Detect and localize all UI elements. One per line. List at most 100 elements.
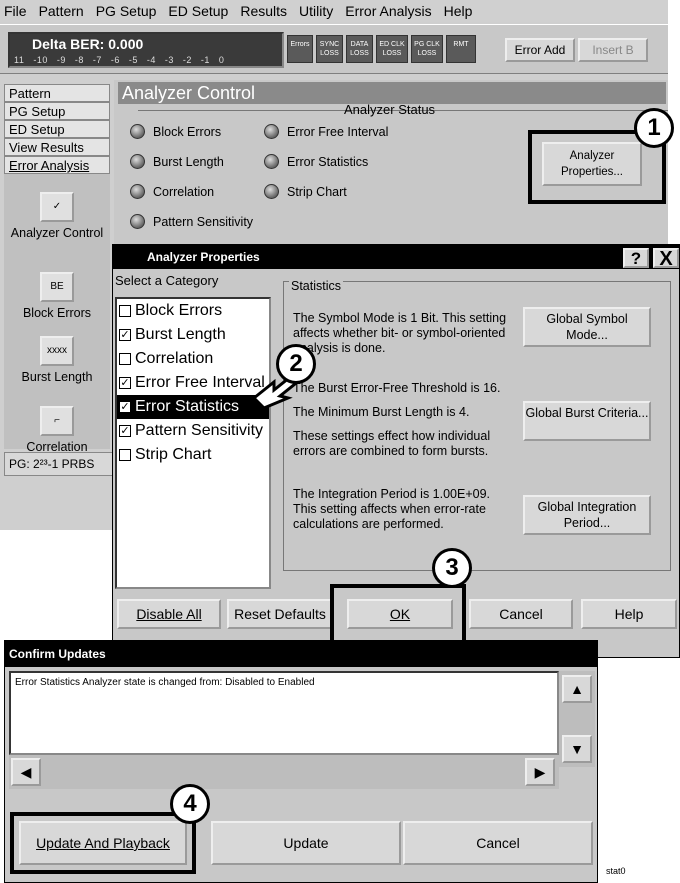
- correlation-icon: ⌐: [40, 406, 74, 436]
- block-errors-icon: BE: [40, 272, 74, 302]
- tool-label: Block Errors: [22, 306, 92, 320]
- scroll-down-icon[interactable]: ▼: [562, 735, 592, 763]
- confirm-message: Error Statistics Analyzer state is chang…: [9, 671, 559, 755]
- scroll-right-icon[interactable]: ▶: [525, 758, 555, 786]
- menu-error-analysis[interactable]: Error Analysis: [345, 3, 431, 19]
- sidebar-item-view-results[interactable]: View Results: [4, 138, 110, 156]
- status-label: Error Statistics: [287, 154, 369, 169]
- min-burst-text: The Minimum Burst Length is 4.: [293, 405, 470, 419]
- status-label: Burst Length: [153, 154, 224, 169]
- status-burst-length: Burst Length: [130, 154, 224, 169]
- category-label: Select a Category: [115, 273, 219, 288]
- indicator-sync-loss: SYNC LOSS: [316, 35, 343, 63]
- global-integration-period-button[interactable]: Global Integration Period...: [523, 495, 651, 535]
- threshold-text: The Burst Error-Free Threshold is 16.: [293, 381, 501, 395]
- callout-1: 1: [634, 108, 674, 148]
- sidebar-item-ed-setup[interactable]: ED Setup: [4, 120, 110, 138]
- callout-3: 3: [432, 548, 472, 588]
- status-error-statistics: Error Statistics: [264, 154, 368, 169]
- tool-analyzer-control[interactable]: ✓ Analyzer Control: [4, 192, 110, 240]
- horizontal-scrollbar[interactable]: ◀ ▶: [9, 755, 559, 789]
- global-symbol-mode-button[interactable]: Global Symbol Mode...: [523, 307, 651, 347]
- status-label: Correlation: [153, 184, 215, 199]
- menu-ed-setup[interactable]: ED Setup: [168, 3, 228, 19]
- category-label-text: Burst Length: [135, 326, 226, 343]
- reset-defaults-button[interactable]: Reset Defaults: [227, 599, 333, 629]
- confirm-cancel-button[interactable]: Cancel: [403, 821, 593, 865]
- category-error-free-interval[interactable]: ✓ Error Free Interval: [117, 371, 269, 395]
- tool-block-errors[interactable]: BE Block Errors: [4, 272, 110, 320]
- ber-scale: 11 -10 -9 -8 -7 -6 -5 -4 -3 -2 -1 0: [14, 55, 225, 65]
- category-label-text: Block Errors: [135, 302, 223, 319]
- menu-help[interactable]: Help: [444, 3, 473, 19]
- category-label-text: Error Statistics: [135, 398, 240, 415]
- scroll-left-icon[interactable]: ◀: [11, 758, 41, 786]
- checkbox-checked-icon[interactable]: ✓: [119, 401, 131, 413]
- close-icon[interactable]: X: [653, 248, 679, 269]
- category-correlation[interactable]: Correlation: [117, 347, 269, 371]
- category-label-text: Pattern Sensitivity: [135, 422, 264, 439]
- checkbox-checked-icon[interactable]: ✓: [119, 425, 131, 437]
- cancel-button[interactable]: Cancel: [469, 599, 573, 629]
- menu-utility[interactable]: Utility: [299, 3, 333, 19]
- tool-burst-length[interactable]: xxxx Burst Length: [4, 336, 110, 384]
- status-led-icon: [264, 184, 279, 199]
- status-pattern-sensitivity: Pattern Sensitivity: [130, 214, 253, 229]
- symbol-mode-text: The Symbol Mode is 1 Bit. This setting a…: [293, 311, 507, 355]
- category-strip-chart[interactable]: Strip Chart: [117, 443, 269, 467]
- update-button[interactable]: Update: [211, 821, 401, 865]
- category-block-errors[interactable]: Block Errors: [117, 299, 269, 323]
- category-label-text: Correlation: [135, 350, 214, 367]
- integration-text: The Integration Period is 1.00E+09. This…: [293, 487, 491, 531]
- global-burst-criteria-button[interactable]: Global Burst Criteria...: [523, 401, 651, 441]
- help-icon[interactable]: ?: [623, 248, 649, 268]
- tool-label: Burst Length: [21, 370, 93, 384]
- tool-label: Analyzer Control: [10, 226, 104, 240]
- status-legend: Analyzer Status: [344, 102, 436, 117]
- help-button[interactable]: Help: [581, 599, 677, 629]
- indicator-rmt: RMT: [446, 35, 476, 63]
- disable-all-button[interactable]: Disable All: [117, 599, 221, 629]
- menu-pattern[interactable]: Pattern: [39, 3, 84, 19]
- category-burst-length[interactable]: ✓ Burst Length: [117, 323, 269, 347]
- checkbox-icon[interactable]: [119, 449, 131, 461]
- category-label-text: Strip Chart: [135, 446, 212, 463]
- delta-ber-display: Delta BER: 0.000 11 -10 -9 -8 -7 -6 -5 -…: [8, 32, 284, 68]
- status-label: Error Free Interval: [287, 124, 389, 139]
- checkbox-checked-icon[interactable]: ✓: [119, 329, 131, 341]
- panel-title: Analyzer Control: [118, 82, 666, 104]
- checkbox-icon[interactable]: [119, 305, 131, 317]
- delta-ber-label: Delta BER: 0.000: [32, 36, 144, 52]
- figure-tag: stat0: [606, 866, 626, 876]
- statistics-legend: Statistics: [289, 279, 344, 293]
- status-label: Strip Chart: [287, 184, 347, 199]
- menu-results[interactable]: Results: [240, 3, 287, 19]
- dialog-title: Analyzer Properties: [113, 245, 679, 269]
- insert-b-button[interactable]: Insert B: [578, 38, 648, 62]
- sidebar-item-pattern[interactable]: Pattern: [4, 84, 110, 102]
- dialog-title: Confirm Updates: [5, 641, 597, 667]
- error-add-button[interactable]: Error Add: [505, 38, 575, 62]
- toolbar: Delta BER: 0.000 11 -10 -9 -8 -7 -6 -5 -…: [0, 24, 668, 74]
- menu-file[interactable]: File: [4, 3, 27, 19]
- checkbox-icon[interactable]: [119, 353, 131, 365]
- category-pattern-sensitivity[interactable]: ✓ Pattern Sensitivity: [117, 419, 269, 443]
- status-led-icon: [130, 154, 145, 169]
- status-led-icon: [264, 124, 279, 139]
- checkbox-checked-icon[interactable]: ✓: [119, 377, 131, 389]
- callout-box-4: [10, 812, 196, 874]
- callout-box-3: [330, 584, 466, 644]
- menu-pg-setup[interactable]: PG Setup: [96, 3, 157, 19]
- tool-correlation[interactable]: ⌐ Correlation: [4, 406, 110, 454]
- indicator-pg-clk-loss: PG CLK LOSS: [411, 35, 443, 63]
- scroll-up-icon[interactable]: ▲: [562, 675, 592, 703]
- indicator-ed-clk-loss: ED CLK LOSS: [376, 35, 408, 63]
- status-led-icon: [264, 154, 279, 169]
- sidebar-item-error-analysis[interactable]: Error Analysis: [4, 156, 110, 174]
- category-error-statistics[interactable]: ✓ Error Statistics: [117, 395, 269, 419]
- analyzer-control-icon: ✓: [40, 192, 74, 222]
- sidebar-item-pg-setup[interactable]: PG Setup: [4, 102, 110, 120]
- burst-length-icon: xxxx: [40, 336, 74, 366]
- vertical-scrollbar[interactable]: ▲ ▼: [559, 671, 595, 767]
- category-list[interactable]: Block Errors ✓ Burst Length Correlation ✓…: [115, 297, 271, 589]
